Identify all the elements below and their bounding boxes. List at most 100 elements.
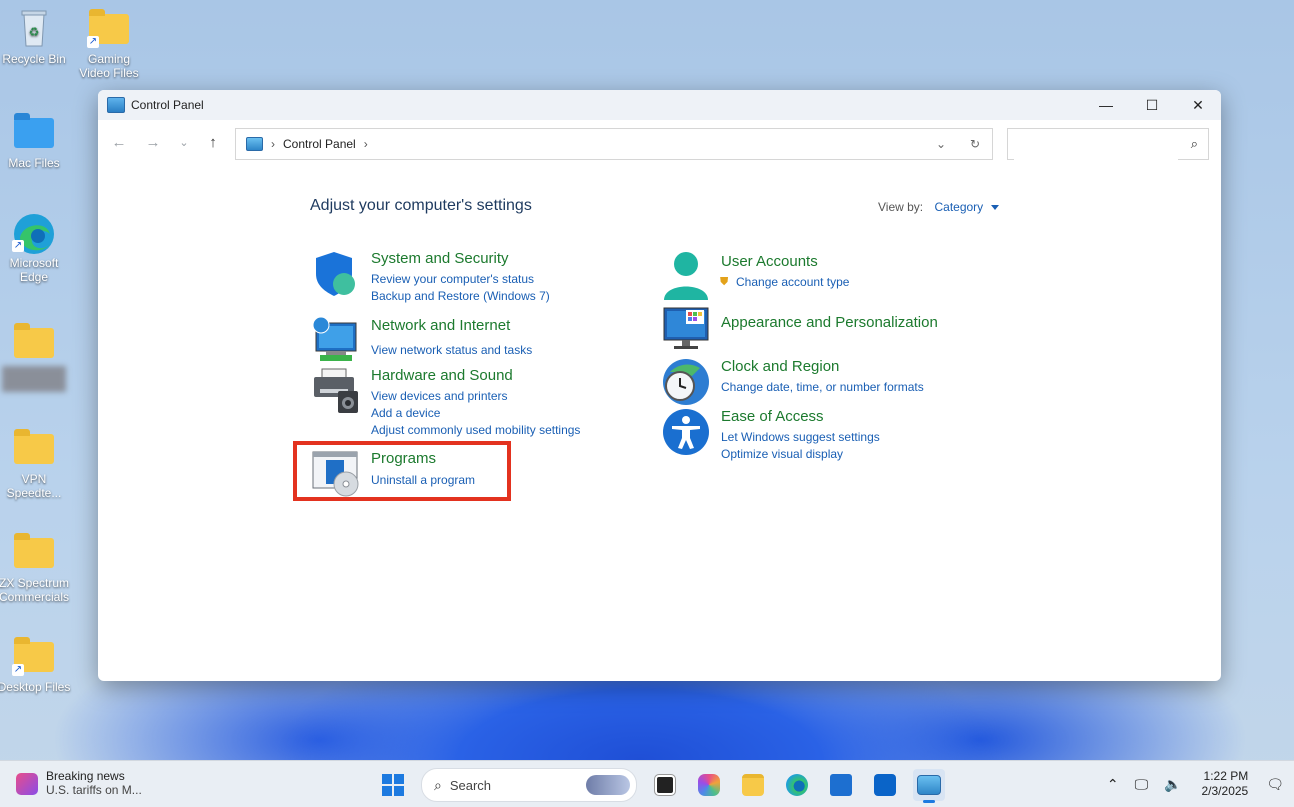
page-heading: Adjust your computer's settings (310, 197, 532, 214)
desktop-icon-microsoft-edge[interactable]: ↗ Microsoft Edge (0, 212, 71, 284)
control-panel-content: Adjust your computer's settings View by:… (98, 164, 1221, 681)
user-icon (662, 250, 710, 300)
task-view-button[interactable] (649, 769, 681, 801)
close-button[interactable]: ✕ (1175, 90, 1221, 120)
backup-and-restore-link[interactable]: Backup and Restore (Windows 7) (371, 289, 550, 303)
review-computer-status-link[interactable]: Review your computer's status (371, 272, 534, 286)
navigation-bar: ← → ⌄ ↑ › Control Panel › ⌄ ↻ ⌕ (98, 120, 1221, 164)
search-input[interactable] (1014, 130, 1178, 160)
desktop-icon-desktop-files[interactable]: ↗ Desktop Files (0, 636, 71, 694)
add-a-device-link[interactable]: Add a device (371, 406, 440, 420)
folder-icon: ↗ (12, 636, 56, 676)
address-bar[interactable]: › Control Panel › ⌄ ↻ (235, 128, 993, 160)
appearance-and-personalization-title[interactable]: Appearance and Personalization (721, 314, 938, 331)
network-icon (312, 316, 360, 365)
desktop-icon-recycle-bin[interactable]: ♻ Recycle Bin (0, 8, 71, 66)
folder-apple-icon (12, 112, 56, 152)
blurred-label (2, 366, 66, 392)
maximize-button[interactable]: ☐ (1129, 90, 1175, 120)
control-panel-taskbar-button[interactable] (913, 769, 945, 803)
copilot-icon (698, 774, 720, 796)
search-highlight-image (586, 775, 630, 795)
clock-time: 1:22 PM (1203, 769, 1249, 783)
outlook-button[interactable] (869, 769, 901, 801)
taskbar-search-label: Search (449, 777, 492, 793)
clock[interactable]: 1:22 PM 2/3/2025 (1202, 769, 1249, 799)
search-icon: ⌕ (434, 776, 442, 793)
desktop-icon-label: Gaming Video Files (79, 52, 139, 80)
ease-of-access-title[interactable]: Ease of Access (721, 408, 824, 425)
clock-date: 2/3/2025 (1201, 784, 1249, 798)
hardware-and-sound-title[interactable]: Hardware and Sound (371, 367, 513, 384)
optimize-visual-display-link[interactable]: Optimize visual display (721, 447, 843, 461)
network-and-internet-title[interactable]: Network and Internet (371, 317, 510, 334)
change-date-time-formats-link[interactable]: Change date, time, or number formats (721, 380, 924, 394)
system-tray: ⌃ 🖵 🔈 1:22 PM 2/3/2025 🗨 (1099, 761, 1294, 807)
folder-icon (12, 532, 56, 572)
edge-button[interactable] (781, 769, 813, 801)
accessibility-icon (662, 408, 710, 456)
network-icon[interactable]: 🖵 (1135, 776, 1149, 793)
breadcrumb-control-panel[interactable]: Control Panel (283, 137, 356, 151)
notifications-icon[interactable]: 🗨 (1266, 776, 1284, 793)
show-hidden-icons-chevron-icon[interactable]: ⌃ (1107, 776, 1119, 793)
printer-icon (312, 367, 360, 415)
back-arrow-icon[interactable]: ← (110, 134, 128, 151)
address-dropdown-chevron-icon[interactable]: ⌄ (924, 129, 958, 159)
recent-locations-chevron-icon[interactable]: ⌄ (175, 136, 193, 149)
desktop-icon-label: Mac Files (8, 156, 60, 170)
change-account-type-link[interactable]: Change account type (736, 275, 849, 289)
view-by: View by: Category (878, 200, 999, 214)
task-view-icon (654, 774, 676, 796)
folder-icon (12, 428, 56, 468)
breadcrumb-chevron-icon[interactable]: › (271, 137, 275, 151)
windows-logo-icon (382, 774, 404, 796)
view-network-status-link[interactable]: View network status and tasks (371, 343, 532, 357)
monitor-icon (662, 306, 710, 354)
clock-and-region-title[interactable]: Clock and Region (721, 358, 839, 375)
edge-icon (786, 774, 808, 796)
let-windows-suggest-settings-link[interactable]: Let Windows suggest settings (721, 430, 880, 444)
desktop-icon-vpn-speedtest[interactable]: VPN Speedte... (0, 428, 71, 500)
user-accounts-title[interactable]: User Accounts (721, 253, 818, 270)
volume-icon[interactable]: 🔈 (1164, 776, 1181, 793)
up-arrow-icon[interactable]: ↑ (204, 134, 222, 151)
dropdown-caret-icon[interactable] (990, 205, 999, 211)
folder-icon: ↗ (87, 8, 131, 48)
taskbar-apps: ⌕ Search (371, 768, 951, 803)
desktop-icon-zx-spectrum[interactable]: ZX Spectrum Commercials (0, 532, 71, 604)
start-button[interactable] (377, 769, 409, 801)
store-button[interactable] (825, 769, 857, 801)
desktop-icon-label: Microsoft Edge (9, 256, 59, 284)
taskbar-search[interactable]: ⌕ Search (421, 768, 637, 802)
uac-shield-icon: ⛊ (720, 276, 729, 288)
view-by-dropdown[interactable]: Category (934, 200, 983, 214)
copilot-button[interactable] (693, 769, 725, 801)
desktop-icon-blurred-folder[interactable] (0, 322, 71, 392)
taskbar: Breaking news U.S. tariffs on M... ⌕ Sea… (0, 760, 1294, 807)
news-icon (16, 773, 38, 795)
system-and-security-title[interactable]: System and Security (371, 250, 509, 267)
breadcrumb-chevron-icon[interactable]: › (364, 137, 368, 151)
search-icon[interactable]: ⌕ (1191, 136, 1198, 152)
store-bag-icon (830, 774, 852, 796)
programs-highlight-box (293, 441, 511, 501)
search-box[interactable]: ⌕ (1007, 128, 1209, 160)
desktop-icon-label: ZX Spectrum Commercials (0, 576, 70, 604)
mobility-settings-link[interactable]: Adjust commonly used mobility settings (371, 423, 580, 437)
minimize-button[interactable]: — (1083, 90, 1129, 120)
desktop-icon-label: Recycle Bin (2, 52, 66, 66)
title-bar[interactable]: Control Panel — ☐ ✕ (98, 90, 1221, 120)
svg-text:♻: ♻ (29, 25, 40, 39)
refresh-icon[interactable]: ↻ (958, 129, 992, 159)
forward-arrow-icon[interactable]: → (144, 134, 162, 151)
view-devices-and-printers-link[interactable]: View devices and printers (371, 389, 508, 403)
control-panel-small-icon (246, 137, 263, 151)
file-explorer-button[interactable] (737, 769, 769, 801)
control-panel-window: Control Panel — ☐ ✕ ← → ⌄ ↑ › Control Pa… (98, 90, 1221, 681)
edge-icon: ↗ (12, 212, 56, 254)
desktop-icon-gaming-video-files[interactable]: ↗ Gaming Video Files (72, 8, 146, 80)
news-widget[interactable]: Breaking news U.S. tariffs on M... (16, 769, 142, 797)
desktop-icon-mac-files[interactable]: Mac Files (0, 112, 71, 170)
file-explorer-icon (742, 774, 764, 796)
